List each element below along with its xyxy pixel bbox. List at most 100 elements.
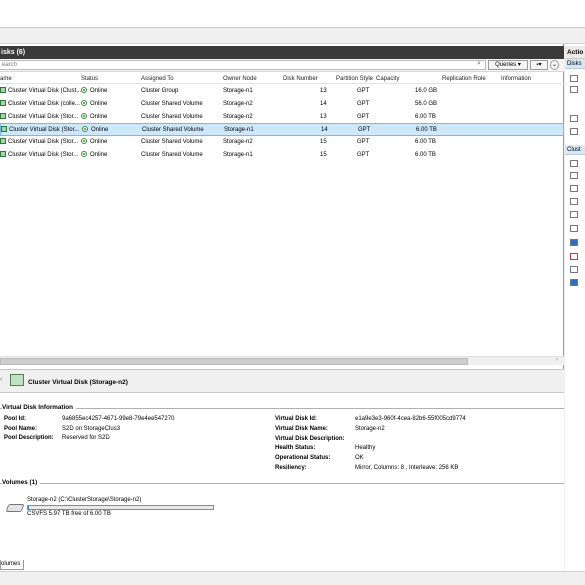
- cell-assigned-to: Cluster Group: [141, 88, 179, 94]
- cell-name: Cluster Virtual Disk (Stor...: [0, 136, 78, 148]
- cell-assigned-to: Cluster Shared Volume: [141, 139, 203, 146]
- cell-assigned-to: Cluster Shared Volume: [141, 100, 203, 107]
- cell-partition-style: GPT: [357, 152, 370, 158]
- info-label: Virtual Disk Name:: [275, 425, 328, 432]
- disk-icon: [10, 374, 24, 386]
- refresh-icon[interactable]: [570, 115, 578, 122]
- actions-header: Actio: [565, 46, 585, 59]
- info-label: Virtual Disk Id:: [275, 416, 317, 422]
- table-row[interactable]: Cluster Virtual Disk (Stor... Online Clust…: [0, 136, 564, 149]
- table-row[interactable]: Cluster Virtual Disk (Stor... Online Clust…: [0, 111, 564, 124]
- take-offline-icon[interactable]: [570, 172, 578, 179]
- toolbar: [0, 28, 585, 44]
- col-status[interactable]: Status: [81, 74, 98, 84]
- cell-owner-node: Storage-n1: [223, 152, 253, 158]
- cell-name: Cluster Virtual Disk (Stor...: [0, 149, 78, 161]
- virtual-disk-icon: [0, 99, 6, 106]
- col-replication-role[interactable]: Replication Role: [442, 74, 486, 84]
- info-label: Pool Description:: [4, 435, 54, 441]
- detail-title: Cluster Virtual Disk (Storage-n2): [28, 379, 128, 386]
- online-icon: [81, 138, 87, 145]
- cell-assigned-to: Cluster Shared Volume: [141, 152, 203, 158]
- table-row[interactable]: Cluster Virtual Disk (Stor... Online Clust…: [0, 149, 564, 162]
- online-icon: [82, 126, 88, 133]
- cell-owner-node: Storage-n2: [223, 113, 253, 120]
- cell-status: Online: [81, 111, 107, 123]
- cell-assigned-to: Cluster Shared Volume: [142, 127, 204, 134]
- volumes-divider: [0, 483, 564, 484]
- info-value: Reserved for S2D: [62, 435, 110, 441]
- help-icon[interactable]: [570, 128, 578, 135]
- cell-owner-node: Storage-n1: [224, 127, 254, 134]
- remove-icon[interactable]: [570, 253, 578, 260]
- info-label: Virtual Disk Description:: [275, 435, 345, 442]
- col-partition-style[interactable]: Partition Style: [336, 74, 373, 84]
- queries-button[interactable]: Queries ▾: [488, 60, 528, 70]
- add-disk-icon[interactable]: [570, 75, 578, 82]
- info-icon[interactable]: [570, 198, 578, 205]
- cell-disk-number: 15: [320, 139, 327, 146]
- save-icon: ▪: [536, 62, 539, 68]
- table-row[interactable]: Cluster Virtual Disk (Clust... Online Clus…: [0, 85, 564, 98]
- panel-header: isks (6): [0, 46, 564, 59]
- menu-bar: [0, 0, 585, 28]
- table-row[interactable]: Cluster Virtual Disk (colle... Online Clus…: [0, 98, 564, 111]
- col-information[interactable]: Information: [501, 74, 531, 84]
- info-value: Healthy: [355, 445, 376, 452]
- move-icon[interactable]: [570, 239, 578, 246]
- info-value: OK: [355, 455, 364, 462]
- scroll-thumb[interactable]: [0, 358, 468, 365]
- volume-name[interactable]: Storage-n2 (C:\ClusterStorage\Storage-n2…: [27, 497, 141, 503]
- actions-cluster-section[interactable]: Clust: [565, 145, 585, 155]
- bring-online-icon[interactable]: [570, 160, 578, 167]
- info-label: Resiliency:: [275, 465, 307, 471]
- info-label: Health Status:: [275, 445, 316, 452]
- search-input[interactable]: earch: [0, 60, 486, 70]
- search-icon[interactable]: ⌕: [477, 60, 481, 68]
- info-value: Storage-n2: [355, 425, 385, 432]
- online-icon: [81, 99, 87, 106]
- details-icon[interactable]: [570, 211, 578, 218]
- tab-volumes[interactable]: olumes: [0, 560, 24, 570]
- expand-icon[interactable]: ⌄: [550, 60, 559, 70]
- help-icon-2[interactable]: [570, 279, 578, 286]
- table-row[interactable]: Cluster Virtual Disk (Stor... Online Clust…: [0, 123, 564, 136]
- replication-icon[interactable]: [570, 225, 578, 232]
- properties-icon[interactable]: [570, 266, 578, 273]
- cell-status: Online: [82, 124, 108, 136]
- cell-partition-style: GPT: [358, 127, 371, 134]
- cell-status: Online: [81, 85, 107, 97]
- section-title: Virtual Disk Information: [2, 404, 76, 411]
- queries-label: Queries: [495, 62, 517, 68]
- col-name[interactable]: ame: [0, 74, 12, 84]
- info-value: 9a6855ec4257-4671-99e8-79e4ee547270: [62, 416, 175, 422]
- move-disk-icon[interactable]: [570, 86, 578, 93]
- col-disk-number[interactable]: Disk Number: [283, 74, 318, 84]
- col-owner-node[interactable]: Owner Node: [223, 74, 257, 84]
- virtual-disk-icon: [1, 126, 7, 133]
- info-value: Mirror, Columns: 8 , Interleave: 256 KB: [355, 465, 459, 471]
- volumes-header: Volumes (1): [2, 479, 41, 486]
- volume-info: CSVFS 5.97 TB free of 6.00 TB: [27, 511, 111, 517]
- collapse-icon[interactable]: ‹: [0, 376, 2, 383]
- col-assigned-to[interactable]: Assigned To: [141, 74, 174, 84]
- cell-partition-style: GPT: [357, 113, 370, 120]
- cell-capacity: 6.00 TB: [415, 139, 436, 146]
- repair-icon[interactable]: [570, 185, 578, 192]
- cell-status: Online: [81, 149, 107, 161]
- scroll-right-icon[interactable]: ›: [556, 357, 558, 363]
- cell-partition-style: GPT: [357, 139, 370, 146]
- virtual-disk-icon: [0, 138, 6, 145]
- col-capacity[interactable]: Capacity: [376, 74, 399, 84]
- cell-capacity: 6.00 TB: [415, 113, 436, 120]
- cell-disk-number: 14: [321, 127, 328, 134]
- virtual-disk-icon: [0, 151, 6, 157]
- cell-owner-node: Storage-n2: [223, 100, 253, 107]
- cell-capacity: 16.0 GB: [415, 88, 438, 94]
- info-value: S2D on StorageClus3: [62, 425, 121, 432]
- cell-owner-node: Storage-n2: [223, 139, 253, 146]
- actions-pane: [565, 44, 585, 571]
- actions-disks-section[interactable]: Disks: [565, 59, 585, 69]
- horizontal-scrollbar[interactable]: ›: [0, 356, 564, 365]
- save-query-button[interactable]: ▪▾: [530, 60, 548, 70]
